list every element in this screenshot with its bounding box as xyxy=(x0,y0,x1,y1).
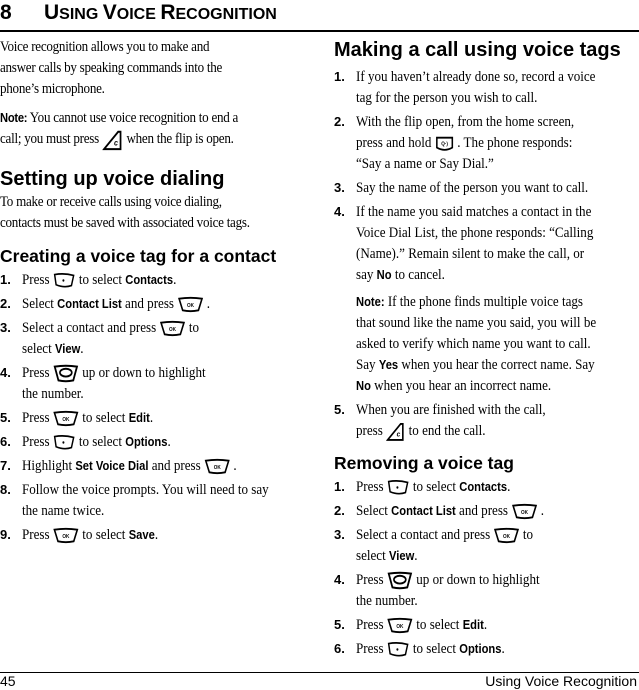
right-column: Making a call using voice tags 1. If you … xyxy=(334,38,639,662)
ok-key-icon xyxy=(511,503,537,520)
chapter-title-text: USING VOICE RECOGNITION xyxy=(44,1,277,24)
left-softkey-icon xyxy=(53,434,75,451)
list-item: 3. Select a contact and press to select Vie… xyxy=(334,526,534,565)
making-note: Note: If the phone finds multiple voice … xyxy=(356,293,597,394)
list-item: 5. When you are finished with the call, pr… xyxy=(334,399,639,442)
list-item: 5. Press to select Edit. xyxy=(334,616,488,634)
voice-key-icon xyxy=(435,135,454,153)
ok-key-icon xyxy=(177,296,203,313)
list-item: 6. Press to select Options. xyxy=(0,432,171,451)
nav-key-icon xyxy=(53,364,79,383)
ok-key-icon xyxy=(53,410,79,427)
list-item: 9. Press to select Save. xyxy=(0,525,159,544)
ok-key-icon xyxy=(53,527,79,544)
end-key-icon xyxy=(102,129,123,151)
intro-paragraph: Voice recognition allows you to make and… xyxy=(0,38,223,97)
list-item: 2. With the flip open, from the home scre… xyxy=(334,113,575,172)
list-item: 5. Press to select Edit. xyxy=(0,408,154,427)
left-softkey-icon xyxy=(387,641,409,658)
setup-heading: Setting up voice dialing xyxy=(0,167,225,190)
list-item: 6. Press to select Options. xyxy=(334,640,505,658)
note-paragraph: Note: You cannot use voice recognition t… xyxy=(0,107,305,151)
making-steps: 1. If you haven’t already done so, record… xyxy=(334,66,639,442)
list-item: 7. Highlight Set Voice Dial and press. xyxy=(0,456,237,475)
page-number: 45 xyxy=(0,673,16,689)
chapter-number: 8 xyxy=(0,1,12,24)
list-item: 4. Press up or down to highlight the number… xyxy=(334,571,540,610)
making-heading: Making a call using voice tags xyxy=(334,39,621,61)
creating-steps: 1. Press to select Contacts. 2. Select Cont… xyxy=(0,269,305,545)
list-item: 1. Press to select Contacts. xyxy=(0,270,177,289)
creating-heading: Creating a voice tag for a contact xyxy=(0,245,277,266)
list-item: 8. Follow the voice prompts. You will nee… xyxy=(0,480,269,519)
removing-steps: 1. Press to select Contacts. 2. Select Cont… xyxy=(334,476,639,659)
nav-key-icon xyxy=(387,571,413,590)
ok-key-icon xyxy=(204,458,230,475)
list-item: 4. If the name you said matches a contact… xyxy=(334,201,639,396)
left-softkey-icon xyxy=(53,272,75,289)
left-softkey-icon xyxy=(387,479,409,496)
left-column: Voice recognition allows you to make and… xyxy=(0,36,305,548)
header-rule xyxy=(0,30,639,32)
list-item: 4. Press up or down to highlight the number… xyxy=(0,363,206,402)
list-item: 2. Select Contact List and press. xyxy=(334,502,544,520)
list-item: 1. If you haven’t already done so, record… xyxy=(334,68,596,106)
footer-section-title: Using Voice Recognition xyxy=(485,673,637,689)
setup-paragraph: To make or receive calls using voice dia… xyxy=(0,192,250,231)
chapter-title: 8 USING VOICE RECOGNITION xyxy=(0,0,277,28)
list-item: 1. Press to select Contacts. xyxy=(334,478,511,496)
ok-key-icon xyxy=(387,617,413,634)
end-key-icon xyxy=(386,421,405,442)
list-item: 3. Select a contact and press to select Vie… xyxy=(0,318,200,357)
ok-key-icon xyxy=(160,320,186,337)
removing-heading: Removing a voice tag xyxy=(334,453,514,474)
list-item: 2. Select Contact List and press. xyxy=(0,294,210,313)
list-item: 3. Say the name of the person you want to… xyxy=(334,179,589,196)
ok-key-icon xyxy=(494,527,520,544)
